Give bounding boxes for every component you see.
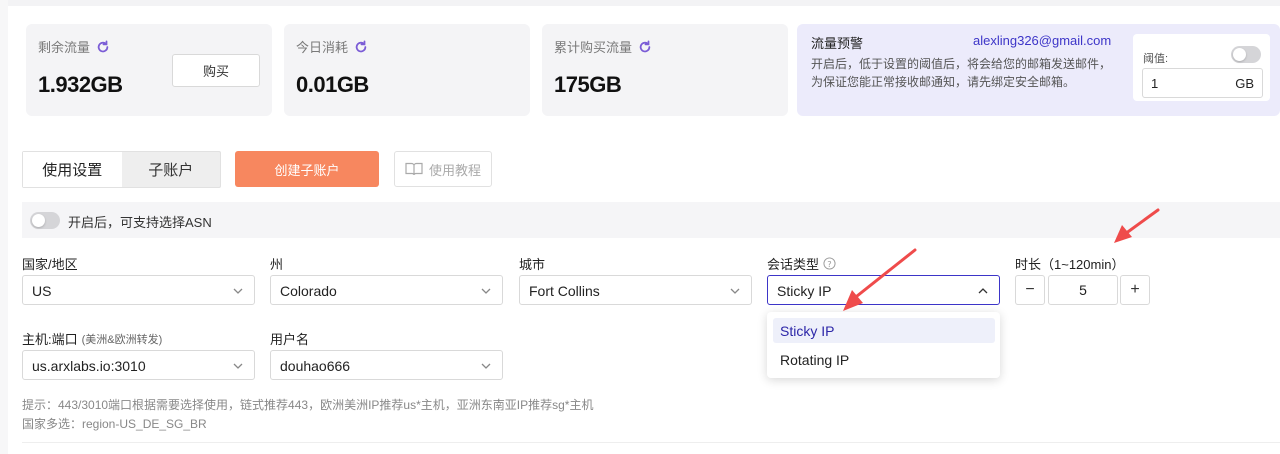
chevron-down-icon bbox=[481, 288, 491, 294]
warning-description: 开启后，低于设置的阈值后，将会给您的邮箱发送邮件，为保证您能正常接收邮通知，请先… bbox=[811, 57, 1112, 89]
threshold-value: 1 bbox=[1151, 76, 1159, 91]
region-hint: 国家多选：region-US_DE_SG_BR bbox=[22, 417, 207, 431]
warning-email: alexling326@gmail.com bbox=[973, 33, 1112, 48]
host-port-sublabel: (美洲&欧洲转发) bbox=[81, 333, 163, 346]
left-strip bbox=[0, 0, 8, 454]
refresh-icon[interactable] bbox=[638, 39, 652, 54]
duration-decrement-button[interactable]: − bbox=[1015, 275, 1045, 305]
country-select[interactable]: US bbox=[22, 275, 255, 305]
help-icon[interactable]: ? bbox=[823, 257, 836, 270]
duration-value[interactable]: 5 bbox=[1048, 275, 1118, 305]
asn-label: 开启后，可支持选择ASN bbox=[68, 215, 212, 230]
traffic-warning-card: 流量预警 alexling326@gmail.com 开启后，低于设置的阈值后，… bbox=[797, 24, 1280, 116]
today-usage-value: 0.01GB bbox=[296, 72, 369, 97]
book-icon bbox=[405, 162, 423, 176]
city-select[interactable]: Fort Collins bbox=[519, 275, 752, 305]
option-rotating-ip[interactable]: Rotating IP bbox=[773, 347, 995, 372]
remaining-traffic-value: 1.932GB bbox=[38, 72, 123, 97]
host-port-select[interactable]: us.arxlabs.io:3010 bbox=[22, 350, 255, 380]
chevron-down-icon bbox=[481, 363, 491, 369]
state-select[interactable]: Colorado bbox=[270, 275, 503, 305]
username-select[interactable]: douhao666 bbox=[270, 350, 503, 380]
chevron-up-icon bbox=[978, 288, 988, 294]
session-type-dropdown: Sticky IP Rotating IP bbox=[767, 312, 1000, 378]
top-strip bbox=[0, 0, 1280, 6]
city-label: 城市 bbox=[519, 257, 546, 272]
chevron-down-icon bbox=[233, 363, 243, 369]
host-port-label: 主机:端口 (美洲&欧洲转发) bbox=[22, 332, 163, 347]
chevron-down-icon bbox=[233, 288, 243, 294]
divider bbox=[22, 442, 1280, 443]
buy-button[interactable]: 购买 bbox=[172, 54, 260, 87]
total-purchased-card: 累计购买流量 175GB bbox=[542, 24, 788, 116]
threshold-unit: GB bbox=[1235, 76, 1254, 91]
session-type-select[interactable]: Sticky IP bbox=[767, 275, 1000, 305]
remaining-traffic-card: 剩余流量 1.932GB 购买 bbox=[26, 24, 272, 116]
refresh-icon[interactable] bbox=[96, 39, 110, 54]
threshold-input[interactable]: 1 GB bbox=[1142, 68, 1263, 98]
usage-guide-button[interactable]: 使用教程 bbox=[394, 151, 492, 187]
remaining-traffic-label: 剩余流量 bbox=[38, 40, 91, 55]
port-hint: 提示：443/3010端口根据需要选择使用，链式推荐443，欧洲美洲IP推荐us… bbox=[22, 398, 594, 412]
total-purchased-label: 累计购买流量 bbox=[554, 40, 633, 55]
option-sticky-ip[interactable]: Sticky IP bbox=[773, 318, 995, 343]
threshold-panel: 阈值: 1 GB bbox=[1133, 34, 1270, 101]
total-purchased-value: 175GB bbox=[554, 72, 622, 97]
asn-toggle[interactable] bbox=[30, 212, 60, 229]
warning-title: 流量预警 bbox=[811, 36, 864, 51]
tab-usage-settings[interactable]: 使用设置 bbox=[23, 152, 122, 187]
today-usage-card: 今日消耗 0.01GB bbox=[284, 24, 530, 116]
threshold-label: 阈值: bbox=[1143, 53, 1169, 65]
asn-bar: 开启后，可支持选择ASN bbox=[22, 202, 1280, 238]
tab-sub-accounts[interactable]: 子账户 bbox=[122, 152, 221, 187]
username-label: 用户名 bbox=[270, 332, 310, 347]
chevron-down-icon bbox=[730, 288, 740, 294]
settings-tabs: 使用设置 子账户 bbox=[22, 151, 221, 188]
state-label: 州 bbox=[270, 257, 284, 272]
create-sub-account-button[interactable]: 创建子账户 bbox=[235, 151, 379, 187]
today-usage-label: 今日消耗 bbox=[296, 40, 349, 55]
usage-guide-label: 使用教程 bbox=[428, 162, 481, 178]
session-type-label: 会话类型 ? bbox=[767, 254, 836, 273]
duration-label: 时长（1~120min） bbox=[1015, 257, 1125, 272]
svg-text:?: ? bbox=[827, 259, 831, 269]
duration-increment-button[interactable]: + bbox=[1120, 275, 1150, 305]
refresh-icon[interactable] bbox=[354, 39, 368, 54]
country-label: 国家/地区 bbox=[22, 257, 78, 272]
warning-toggle[interactable] bbox=[1231, 46, 1261, 63]
